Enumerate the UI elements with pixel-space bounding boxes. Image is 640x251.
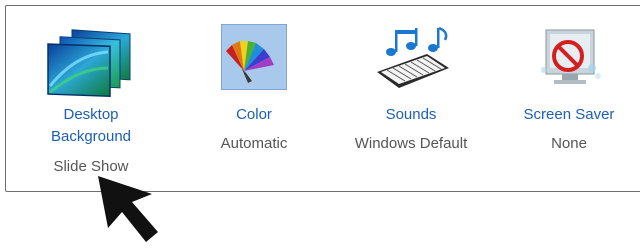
desktop-background-label[interactable]: Desktop Background [24,104,158,148]
screen-saver-item[interactable]: Screen Saver None [496,6,640,186]
sounds-piano-icon [369,24,453,99]
mouse-pointer-icon [94,170,162,251]
desktop-background-item[interactable]: Desktop Background Slide Show [24,6,158,186]
color-label[interactable]: Color [186,104,322,126]
screen-saver-label[interactable]: Screen Saver [496,104,640,126]
screen-saver-status: None [551,135,587,152]
desktop-background-icon [46,24,136,105]
sounds-status: Windows Default [354,135,468,152]
screen-saver-icon [532,24,606,101]
sounds-item[interactable]: Sounds Windows Default [326,6,496,186]
color-status: Automatic [220,135,288,152]
sounds-label[interactable]: Sounds [326,104,496,126]
color-palette-icon [221,24,287,90]
personalization-panel: Desktop Background Slide Show Color Auto… [5,5,640,192]
color-item[interactable]: Color Automatic [186,6,322,186]
